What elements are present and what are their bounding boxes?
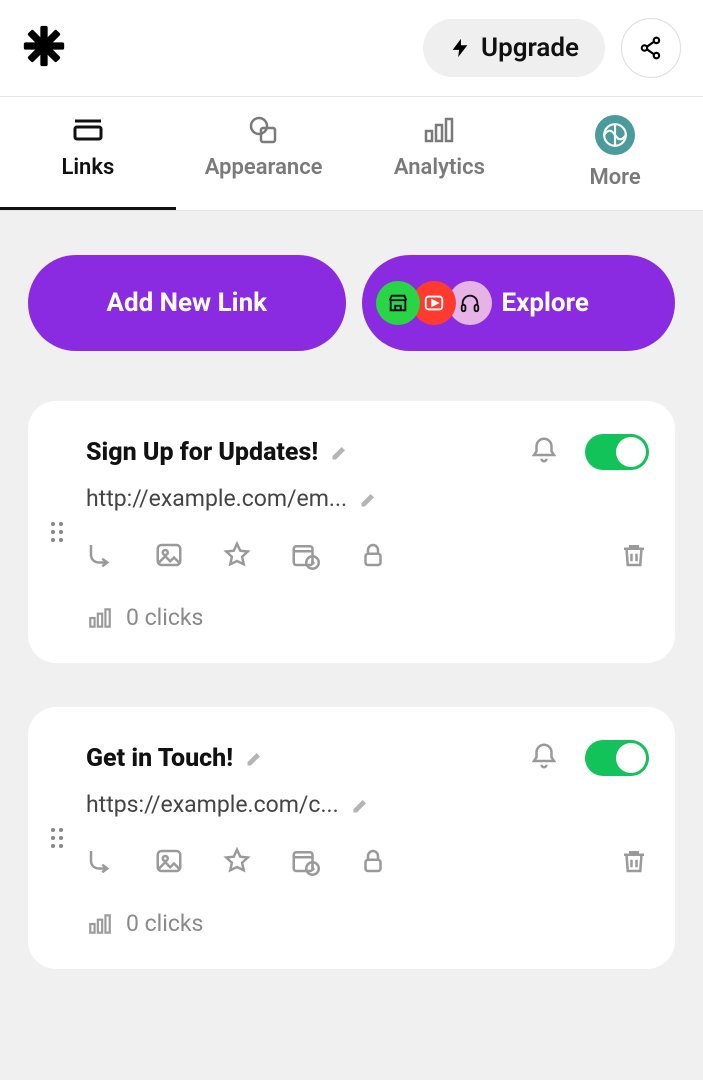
lock-icon — [358, 540, 388, 570]
tab-label: More — [589, 165, 640, 190]
redirect-button[interactable] — [86, 540, 116, 574]
appearance-tab-icon — [247, 115, 281, 145]
bell-icon — [529, 433, 559, 467]
drag-handle[interactable] — [28, 739, 86, 937]
star-icon — [222, 540, 252, 570]
analytics-icon — [86, 605, 114, 631]
explore-icon-stack — [376, 281, 484, 325]
prioritize-button[interactable] — [222, 846, 252, 880]
tab-label: Appearance — [205, 155, 323, 180]
edit-url-button[interactable] — [359, 489, 379, 509]
more-tab-icon — [595, 115, 635, 155]
tab-bar: Links Appearance Analytics More — [0, 97, 703, 211]
link-card: Sign Up for Updates! http://example.com/… — [28, 401, 675, 663]
top-right-actions: Upgrade — [423, 18, 681, 78]
explore-label: Explore — [502, 288, 589, 318]
bolt-icon — [449, 34, 471, 62]
notify-button[interactable] — [529, 739, 559, 777]
redirect-icon — [86, 846, 116, 876]
thumbnail-button[interactable] — [154, 540, 184, 574]
prioritize-button[interactable] — [222, 540, 252, 574]
calendar-clock-icon — [290, 540, 320, 570]
lock-button[interactable] — [358, 540, 388, 574]
tab-links[interactable]: Links — [0, 97, 176, 210]
add-new-link-button[interactable]: Add New Link — [28, 255, 346, 351]
link-title: Sign Up for Updates! — [86, 438, 318, 467]
clicks-count: 0 clicks — [126, 604, 203, 631]
pencil-icon — [359, 489, 379, 509]
calendar-clock-icon — [290, 846, 320, 876]
links-tab-icon — [71, 115, 105, 145]
trash-icon — [619, 540, 649, 570]
upgrade-label: Upgrade — [481, 33, 579, 63]
edit-title-button[interactable] — [330, 442, 350, 462]
thumbnail-button[interactable] — [154, 846, 184, 880]
drag-handle-icon — [50, 521, 64, 543]
add-new-link-label: Add New Link — [106, 288, 267, 318]
tab-appearance[interactable]: Appearance — [176, 97, 352, 210]
edit-url-button[interactable] — [351, 795, 371, 815]
upgrade-button[interactable]: Upgrade — [423, 19, 605, 77]
link-url: http://example.com/em... — [86, 485, 347, 512]
drag-handle-icon — [50, 827, 64, 849]
link-title: Get in Touch! — [86, 744, 233, 773]
lock-icon — [358, 846, 388, 876]
share-button[interactable] — [621, 18, 681, 78]
enable-toggle[interactable] — [585, 740, 649, 776]
share-icon — [638, 35, 664, 61]
enable-toggle[interactable] — [585, 434, 649, 470]
clicks-count: 0 clicks — [126, 910, 203, 937]
schedule-button[interactable] — [290, 846, 320, 880]
store-icon — [376, 281, 420, 325]
explore-button[interactable]: Explore — [362, 255, 676, 351]
bell-icon — [529, 739, 559, 773]
trash-icon — [619, 846, 649, 876]
tab-more[interactable]: More — [527, 97, 703, 210]
tab-label: Analytics — [394, 155, 485, 180]
link-url: https://example.com/c... — [86, 791, 339, 818]
star-icon — [222, 846, 252, 876]
logo[interactable] — [22, 24, 66, 72]
image-icon — [154, 846, 184, 876]
notify-button[interactable] — [529, 433, 559, 471]
drag-handle[interactable] — [28, 433, 86, 631]
pencil-icon — [330, 442, 350, 462]
delete-button[interactable] — [619, 540, 649, 574]
top-bar: Upgrade — [0, 0, 703, 97]
redirect-icon — [86, 540, 116, 570]
analytics-icon — [86, 911, 114, 937]
redirect-button[interactable] — [86, 846, 116, 880]
link-card: Get in Touch! https://example.com/c... — [28, 707, 675, 969]
delete-button[interactable] — [619, 846, 649, 880]
tab-label: Links — [61, 155, 114, 180]
action-buttons-row: Add New Link Explore — [0, 211, 703, 361]
edit-title-button[interactable] — [245, 748, 265, 768]
asterisk-logo-icon — [22, 24, 66, 68]
pencil-icon — [245, 748, 265, 768]
schedule-button[interactable] — [290, 540, 320, 574]
lock-button[interactable] — [358, 846, 388, 880]
pencil-icon — [351, 795, 371, 815]
tab-analytics[interactable]: Analytics — [352, 97, 528, 210]
analytics-tab-icon — [422, 115, 456, 145]
image-icon — [154, 540, 184, 570]
links-list: Sign Up for Updates! http://example.com/… — [0, 361, 703, 969]
